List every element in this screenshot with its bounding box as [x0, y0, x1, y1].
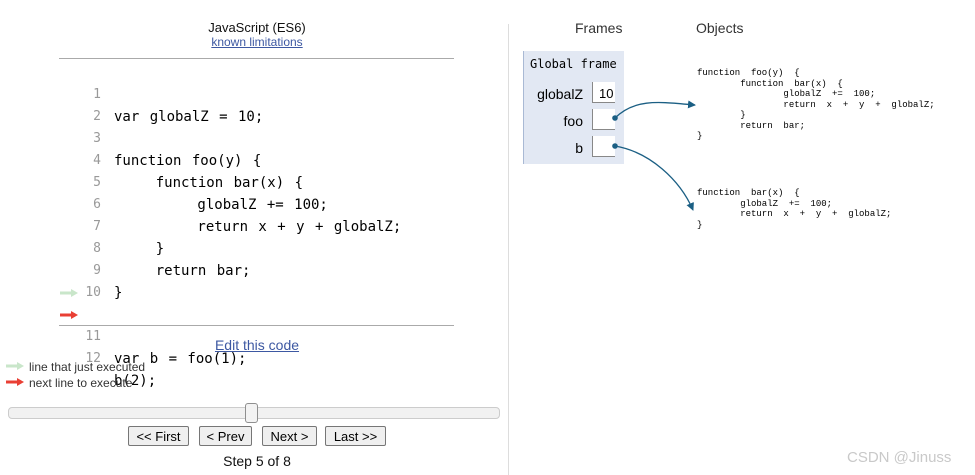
objects-header: Objects — [696, 20, 744, 36]
pointer-arrows — [612, 100, 696, 211]
code-line: 3 function foo(y) { — [59, 106, 454, 169]
edit-code-link[interactable]: Edit this code — [215, 337, 299, 353]
function-object-bar: function bar(x) { globalZ += 100; return… — [697, 188, 892, 230]
code-line: 4 function bar(x) { — [59, 128, 454, 191]
legend-just-executed-label: line that just executed — [29, 360, 146, 374]
red-arrow-icon — [6, 378, 24, 386]
next-button[interactable]: Next > — [262, 426, 317, 446]
code-line: 5 globalZ += 100; — [59, 150, 454, 213]
code-display: 1 var globalZ = 10; 2 3 function foo(y) … — [59, 62, 454, 389]
b-pointer-arrow-icon — [614, 145, 694, 211]
code-line: 10 — [59, 260, 454, 300]
legend-next-line-label: next line to execute — [29, 376, 133, 390]
code-line: 2 — [59, 84, 454, 124]
code-line: 1 var globalZ = 10; — [59, 62, 454, 125]
code-line: 9 } — [59, 238, 454, 301]
known-limitations-link-wrap: known limitations — [0, 35, 514, 49]
pane-divider — [508, 24, 509, 475]
code-line: 6 return x + y + globalZ; — [59, 172, 454, 235]
var-name-b: b — [575, 140, 583, 156]
code-line: 8 return bar; — [59, 216, 454, 279]
watermark: CSDN @Jinuss — [847, 449, 952, 466]
function-object-foo: function foo(y) { function bar(x) { glob… — [697, 68, 935, 141]
legend-next-line: next line to execute — [6, 376, 206, 390]
code-line: 7 } — [59, 194, 454, 257]
next-line-arrow-icon — [60, 311, 78, 319]
edit-code-link-wrap: Edit this code — [0, 337, 514, 353]
foo-pointer-arrow-icon — [614, 100, 696, 119]
prev-button[interactable]: < Prev — [199, 426, 252, 446]
green-arrow-icon — [6, 362, 24, 370]
step-slider-handle[interactable] — [245, 403, 258, 423]
step-counter: Step 5 of 8 — [223, 453, 291, 469]
code-top-divider — [59, 58, 454, 59]
code-line-next: 12 b(2); — [59, 304, 454, 389]
first-button[interactable]: << First — [128, 426, 189, 446]
global-frame-title: Global frame — [530, 57, 617, 71]
language-title: JavaScript (ES6) — [208, 20, 306, 35]
code-bottom-divider — [59, 325, 454, 326]
last-button[interactable]: Last >> — [325, 426, 386, 446]
var-name-globalZ: globalZ — [537, 86, 583, 102]
var-name-foo: foo — [563, 113, 583, 129]
code-line-just-executed: 11 var b = foo(1); — [59, 282, 454, 367]
just-executed-arrow-icon — [60, 289, 78, 297]
known-limitations-link[interactable]: known limitations — [211, 35, 302, 49]
frames-header: Frames — [575, 20, 623, 36]
legend-just-executed: line that just executed — [6, 360, 206, 374]
